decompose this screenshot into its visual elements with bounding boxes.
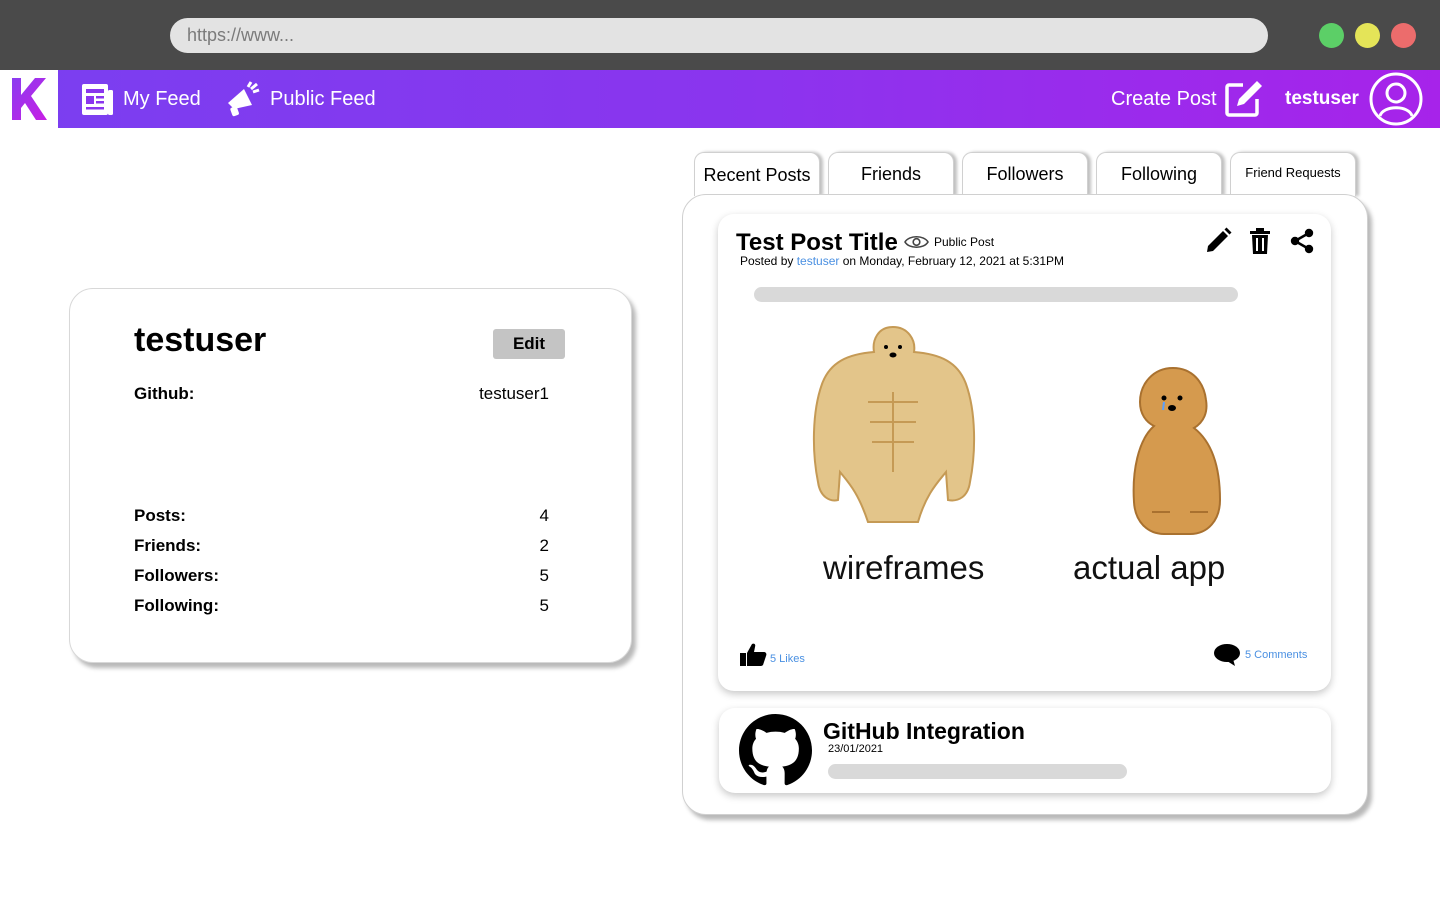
create-post-button[interactable]: Create Post	[1111, 70, 1273, 128]
nav-my-feed-label: My Feed	[123, 87, 201, 110]
stat-followers-label: Followers:	[134, 566, 220, 585]
buff-doge-image	[812, 325, 976, 523]
github-label: Github:	[134, 384, 195, 403]
stat-following-value: 5	[539, 596, 549, 615]
user-menu[interactable]: testuser	[1285, 70, 1431, 128]
eye-icon	[904, 235, 929, 249]
delete-post-button[interactable]	[1248, 227, 1276, 255]
share-post-button[interactable]	[1288, 227, 1316, 255]
profile-card: testuser Edit Github: testuser1 Posts: 4…	[69, 288, 632, 663]
user-avatar-icon	[1369, 72, 1423, 126]
pencil-icon	[1207, 227, 1232, 252]
top-navbar: My Feed Public Feed Create Post testuser	[0, 70, 1440, 128]
trash-icon	[1250, 228, 1270, 254]
thumbs-up-icon	[740, 643, 767, 666]
url-bar[interactable]: https://www...	[170, 18, 1268, 53]
meme-right-caption: actual app	[1073, 549, 1226, 586]
comments-count: 5 Comments	[1245, 649, 1308, 661]
profile-username: testuser	[134, 321, 267, 359]
comments-button[interactable]: 5 Comments	[1213, 643, 1307, 667]
likes-count: 5 Likes	[770, 653, 805, 665]
minimize-window-button[interactable]	[1355, 23, 1380, 48]
github-text-placeholder	[828, 764, 1127, 779]
speech-bubble-icon	[1214, 644, 1240, 666]
tab-friends[interactable]: Friends	[828, 152, 954, 196]
stat-posts-label: Posts:	[134, 506, 186, 525]
app-logo[interactable]	[0, 70, 58, 128]
newspaper-icon	[82, 83, 113, 115]
maximize-window-button[interactable]	[1319, 23, 1344, 48]
nav-my-feed[interactable]: My Feed	[80, 70, 201, 128]
edit-profile-button[interactable]: Edit	[493, 329, 565, 359]
post-meta-suffix: on Monday, February 12, 2021 at 5:31PM	[842, 254, 1064, 268]
edit-square-icon	[1224, 81, 1262, 117]
create-post-label: Create Post	[1111, 87, 1217, 110]
megaphone-icon	[228, 81, 260, 117]
tab-following[interactable]: Following	[1096, 152, 1222, 196]
post-text-placeholder	[754, 287, 1238, 302]
stat-following-label: Following:	[134, 596, 219, 615]
share-icon	[1290, 228, 1314, 254]
k-logo-icon	[12, 78, 47, 120]
post-visibility: Public Post	[904, 234, 994, 250]
post-card: Test Post Title Public Post Posted by te…	[718, 214, 1331, 691]
cheems-doge-image	[1132, 366, 1222, 535]
browser-chrome: https://www...	[0, 0, 1440, 70]
meme-left-caption: wireframes	[823, 549, 985, 586]
github-activity-card: GitHub Integration 23/01/2021	[719, 708, 1331, 793]
nav-public-feed[interactable]: Public Feed	[222, 70, 376, 128]
nav-username: testuser	[1285, 88, 1359, 109]
stat-posts-value: 4	[539, 506, 549, 525]
tab-friend-requests[interactable]: Friend Requests	[1230, 152, 1356, 196]
nav-public-feed-label: Public Feed	[270, 87, 376, 110]
post-meta: Posted by testuser on Monday, February 1…	[740, 254, 1064, 268]
post-title[interactable]: Test Post Title	[736, 229, 898, 257]
github-value: testuser1	[479, 384, 549, 403]
like-button[interactable]: 5 Likes	[739, 642, 805, 667]
tab-followers[interactable]: Followers	[962, 152, 1088, 196]
stat-friends-value: 2	[539, 536, 549, 555]
github-card-date: 23/01/2021	[828, 743, 884, 755]
github-card-title[interactable]: GitHub Integration	[823, 718, 1025, 745]
stat-friends-label: Friends:	[134, 536, 202, 555]
stat-followers-value: 5	[539, 566, 549, 585]
tab-recent-posts[interactable]: Recent Posts	[694, 152, 820, 196]
post-visibility-label: Public Post	[934, 235, 995, 249]
edit-post-button[interactable]	[1204, 227, 1232, 255]
post-author-link[interactable]: testuser	[797, 254, 840, 268]
post-meta-prefix: Posted by	[740, 254, 794, 268]
github-icon	[739, 714, 812, 786]
close-window-button[interactable]	[1391, 23, 1416, 48]
